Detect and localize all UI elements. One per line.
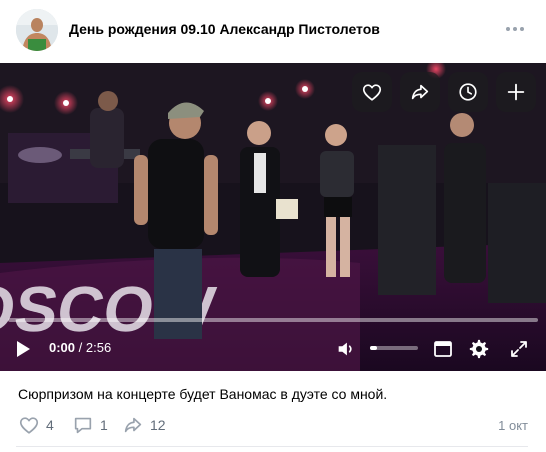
share-icon [124,417,142,433]
volume-slider[interactable] [370,346,418,350]
dot-icon [513,27,517,31]
volume-button[interactable] [334,337,358,361]
post-header: День рождения 09.10 Александр Пистолетов [0,0,546,62]
repost-count: 12 [150,417,166,433]
dot-icon [520,27,524,31]
settings-button[interactable] [466,336,492,362]
divider [16,446,528,447]
play-button[interactable] [10,336,36,362]
expand-icon [511,341,527,357]
current-time: 0:00 [49,340,76,355]
time-display: 0:00 / 2:56 [49,340,111,355]
heart-icon [362,84,382,101]
fullscreen-button[interactable] [507,337,531,361]
add-video-button[interactable] [496,72,536,112]
volume-icon [338,342,352,356]
avatar[interactable] [16,9,58,51]
plus-icon [507,83,525,101]
comment-button[interactable]: 1 [72,414,108,436]
clock-icon [459,83,477,101]
post-date[interactable]: 1 окт [498,418,528,433]
play-icon [17,341,30,357]
gear-icon [469,339,489,359]
post-actions: 4 1 12 1 окт [0,410,546,440]
miniplayer-button[interactable] [432,338,454,360]
dot-icon [506,27,510,31]
video-player[interactable]: OSCOW 0:00 / 2:56 [0,63,546,371]
watch-later-button[interactable] [448,72,488,112]
video-controls: 0:00 / 2:56 [0,331,546,367]
like-count: 4 [46,417,54,433]
post-caption: Сюрпризом на концерте будет Ваномас в ду… [18,386,388,402]
like-video-button[interactable] [352,72,392,112]
repost-button[interactable]: 12 [122,414,166,436]
comment-icon [74,417,92,434]
heart-icon [19,417,39,434]
more-options-button[interactable] [505,23,525,35]
progress-bar[interactable] [8,318,538,322]
time-separator: / [75,340,86,355]
like-button[interactable]: 4 [18,414,54,436]
duration: 2:56 [85,340,112,355]
post-title[interactable]: День рождения 09.10 Александр Пистолетов [69,21,380,37]
volume-level [370,346,378,350]
comment-count: 1 [100,417,108,433]
share-icon [411,84,429,100]
share-video-button[interactable] [400,72,440,112]
miniplayer-icon [434,341,452,357]
